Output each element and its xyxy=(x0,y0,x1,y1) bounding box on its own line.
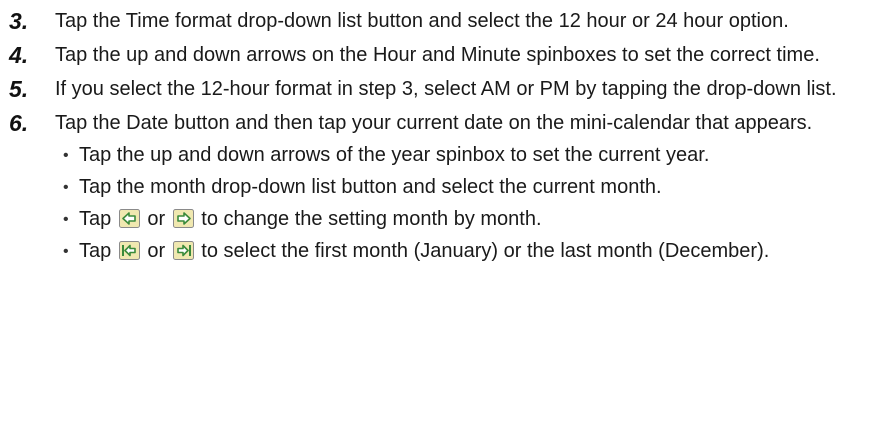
bullet-text: Tap the up and down arrows of the year s… xyxy=(79,144,710,166)
first-month-icon xyxy=(118,241,140,260)
step-text: Tap the Date button and then tap your cu… xyxy=(55,112,813,134)
step-6-bullet-list: • Tap the up and down arrows of the year… xyxy=(55,142,870,265)
bullet-dot: • xyxy=(63,211,69,228)
step-6: 6. Tap the Date button and then tap your… xyxy=(0,110,890,265)
instruction-page: 3. Tap the Time format drop-down list bu… xyxy=(0,0,890,440)
right-arrow-icon xyxy=(172,209,194,228)
step-text: If you select the 12-hour format in step… xyxy=(55,78,837,100)
bullet-dot: • xyxy=(63,179,69,196)
step-number: 3. xyxy=(9,8,29,34)
bullet-month-dropdown: • Tap the month drop-down list button an… xyxy=(55,174,870,201)
bullet-first-last-month: • Tap or to select the first month (Janu… xyxy=(55,238,870,265)
last-month-icon xyxy=(172,241,194,260)
bullet-dot: • xyxy=(63,243,69,260)
step-number: 4. xyxy=(9,42,29,68)
step-4: 4. Tap the up and down arrows on the Hou… xyxy=(0,42,890,69)
step-5: 5. If you select the 12-hour format in s… xyxy=(0,76,890,103)
bullet-text-post: to select the first month (January) or t… xyxy=(201,240,770,262)
bullet-text-mid: or xyxy=(147,240,166,262)
bullet-text-post: to change the setting month by month. xyxy=(201,208,542,230)
bullet-text-mid: or xyxy=(147,208,166,230)
step-number: 6. xyxy=(9,110,29,136)
step-text: Tap the Time format drop-down list butto… xyxy=(55,10,789,32)
bullet-text-pre: Tap xyxy=(79,240,112,262)
bullet-month-by-month: • Tap or to change the setting month by … xyxy=(55,206,870,233)
bullet-text-pre: Tap xyxy=(79,208,112,230)
step-3: 3. Tap the Time format drop-down list bu… xyxy=(0,8,890,35)
left-arrow-icon xyxy=(118,209,140,228)
step-number: 5. xyxy=(9,76,29,102)
bullet-dot: • xyxy=(63,147,69,164)
bullet-year-spinbox: • Tap the up and down arrows of the year… xyxy=(55,142,870,169)
bullet-text: Tap the month drop-down list button and … xyxy=(79,176,662,198)
step-text: Tap the up and down arrows on the Hour a… xyxy=(55,44,820,66)
